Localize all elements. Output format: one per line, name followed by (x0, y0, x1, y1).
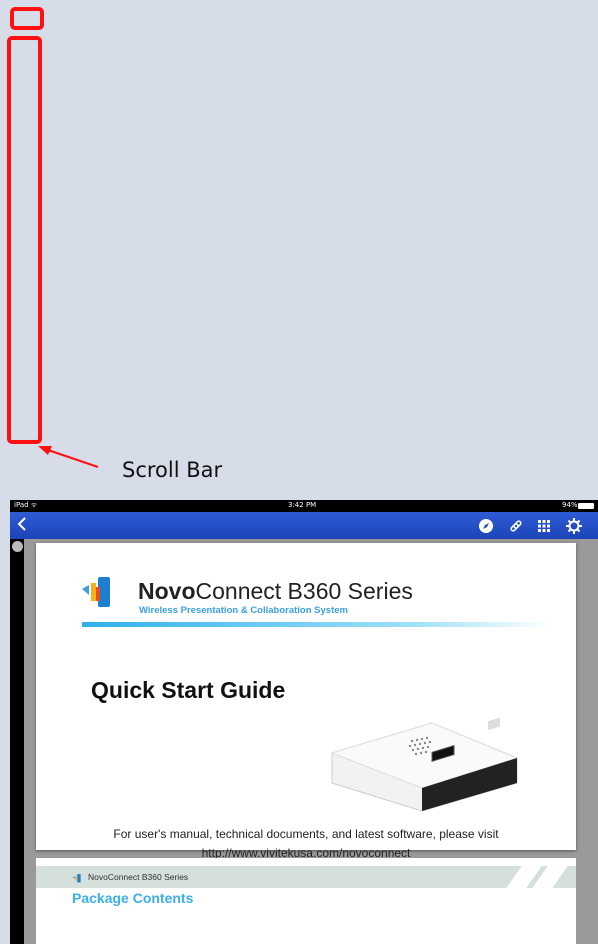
battery-level: 94% (562, 501, 578, 509)
document-viewer[interactable]: NovoConnect B360 Series Wireless Present… (24, 539, 598, 944)
device-image (330, 717, 519, 812)
ipad-screen: iPad ᯤ 3:42 PM 94% NovoConnect B360 Seri… (10, 500, 598, 944)
battery-icon (578, 503, 594, 509)
status-time: 3:42 PM (288, 501, 317, 509)
page2-header-title: NovoConnect B360 Series (88, 872, 189, 882)
link-icon[interactable] (506, 516, 526, 536)
visit-text: For user's manual, technical documents, … (113, 827, 499, 841)
novo-logo-icon (82, 577, 110, 607)
scroll-thumb[interactable] (12, 541, 23, 552)
brand-name: NovoConnect B360 Series (138, 578, 413, 604)
document-page-1: NovoConnect B360 Series Wireless Present… (36, 543, 576, 860)
gear-icon[interactable] (564, 516, 584, 536)
brand-tagline: Wireless Presentation & Collaboration Sy… (139, 605, 348, 616)
document-page-2: NovoConnect B360 Series Package Contents (36, 858, 576, 944)
grid-icon[interactable] (534, 516, 554, 536)
device-label: iPad ᯤ (14, 501, 38, 509)
status-bar: iPad ᯤ 3:42 PM 94% (10, 500, 598, 512)
scroll-bar-label: Scroll Bar (122, 458, 223, 482)
package-contents-heading: Package Contents (72, 890, 194, 906)
document-title: Quick Start Guide (91, 677, 286, 703)
nav-bar (10, 512, 598, 539)
scroll-bar[interactable] (10, 539, 24, 944)
chevron-left-icon[interactable] (16, 514, 30, 536)
compass-icon[interactable] (476, 516, 496, 536)
novo-logo-small-icon (72, 874, 81, 883)
header-rule (82, 622, 552, 627)
